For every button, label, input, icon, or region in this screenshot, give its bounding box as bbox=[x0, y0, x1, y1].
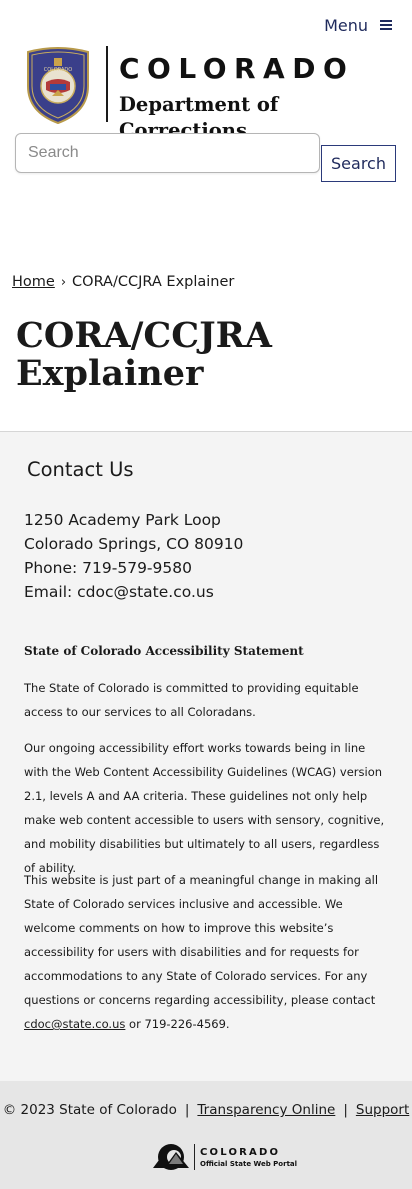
svg-text:COLORADO: COLORADO bbox=[44, 67, 73, 73]
phone-number: Phone: 719-579-9580 bbox=[24, 559, 192, 577]
breadcrumb-current: CORA/CCJRA Explainer bbox=[72, 274, 235, 290]
colorado-c-mountain-icon bbox=[153, 1144, 189, 1170]
address-line-2: Colorado Springs, CO 80910 bbox=[24, 535, 244, 553]
email-label: Email: bbox=[24, 583, 78, 601]
department-seal: COLORADO bbox=[27, 47, 89, 124]
logo-state-name[interactable]: COLORADO bbox=[119, 52, 354, 86]
search-button[interactable]: Search bbox=[321, 145, 396, 182]
support-link[interactable]: Support bbox=[356, 1102, 409, 1118]
accessibility-paragraph-2: Our ongoing accessibility effort works t… bbox=[24, 741, 385, 875]
legal-links: © 2023 State of Colorado | Transparency On… bbox=[0, 1102, 412, 1118]
address-line-1: 1250 Academy Park Loop bbox=[24, 511, 221, 529]
accessibility-paragraph-3-text: This website is just part of a meaningfu… bbox=[24, 873, 379, 1007]
contact-email-link[interactable]: cdoc@state.co.us bbox=[77, 583, 214, 601]
transparency-online-link[interactable]: Transparency Online bbox=[197, 1102, 335, 1118]
menu-label: Menu bbox=[324, 15, 368, 35]
portal-text: COLORADO Official State Web Portal bbox=[200, 1146, 297, 1169]
contact-details: 1250 Academy Park Loop Colorado Springs,… bbox=[24, 508, 243, 604]
breadcrumb: Home › CORA/CCJRA Explainer bbox=[12, 274, 234, 290]
portal-divider bbox=[194, 1144, 195, 1170]
portal-name: COLORADO bbox=[200, 1146, 281, 1158]
menu-button[interactable]: Menu bbox=[324, 14, 392, 36]
search-input[interactable] bbox=[15, 133, 320, 173]
chevron-right-icon: › bbox=[60, 274, 67, 290]
contact-heading: Contact Us bbox=[27, 458, 134, 481]
colorado-portal-logo[interactable]: COLORADO Official State Web Portal bbox=[152, 1142, 297, 1172]
hamburger-menu-icon bbox=[380, 20, 392, 30]
separator: | bbox=[343, 1102, 348, 1118]
accessibility-heading: State of Colorado Accessibility Statemen… bbox=[24, 644, 304, 658]
footer-contact-section: Contact Us 1250 Academy Park Loop Colora… bbox=[0, 431, 412, 1082]
footer-legal-bar: © 2023 State of Colorado | Transparency On… bbox=[0, 1081, 412, 1189]
accessibility-paragraph-1: The State of Colorado is committed to pr… bbox=[24, 681, 359, 719]
email-row: Email: cdoc@state.co.us bbox=[24, 580, 243, 604]
copyright-text: © 2023 State of Colorado bbox=[2, 1102, 177, 1118]
page-title: CORA/CCJRA Explainer bbox=[16, 315, 272, 394]
accessibility-email-link[interactable]: cdoc@state.co.us bbox=[24, 1017, 125, 1031]
breadcrumb-home-link[interactable]: Home bbox=[12, 274, 55, 290]
portal-subtitle: Official State Web Portal bbox=[200, 1159, 298, 1168]
accessibility-paragraph-3: This website is just part of a meaningfu… bbox=[24, 868, 392, 1036]
accessibility-paragraph-3-phone: or 719-226-4569. bbox=[125, 1017, 230, 1031]
logo-divider bbox=[106, 46, 108, 122]
separator: | bbox=[184, 1102, 190, 1118]
